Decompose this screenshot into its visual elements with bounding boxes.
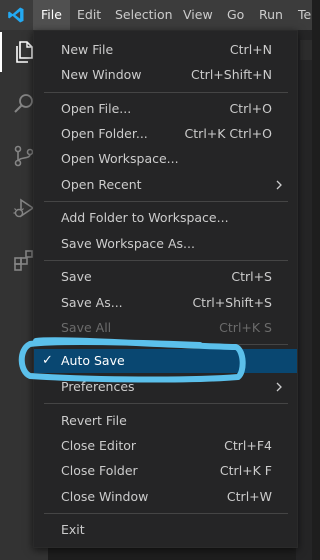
menu-selection[interactable]: Selection — [115, 0, 173, 30]
menu-file[interactable]: File — [33, 0, 70, 30]
menu-go[interactable]: Go — [227, 0, 244, 30]
menu-item-label: Save — [61, 269, 92, 284]
menu-item-save-all: Save All Ctrl+K S — [34, 316, 297, 340]
chevron-right-icon — [276, 382, 282, 392]
menu-item-label: New File — [61, 42, 114, 57]
editor-area — [296, 30, 312, 560]
menu-item-shortcut: Ctrl+K F — [219, 463, 272, 478]
menu-item-label: Open Folder... — [61, 126, 148, 141]
menu-item-close-folder[interactable]: Close Folder Ctrl+K F — [34, 459, 297, 483]
menu-separator — [44, 403, 288, 404]
menu-item-label: Close Window — [61, 489, 149, 504]
menu-item-shortcut: Ctrl+N — [229, 42, 272, 57]
menu-item-shortcut: Ctrl+K Ctrl+O — [184, 126, 272, 141]
menu-item-label: Exit — [61, 522, 85, 537]
menu-separator — [44, 92, 288, 93]
menu-item-shortcut: Ctrl+Shift+S — [192, 295, 272, 310]
menu-item-save-as[interactable]: Save As... Ctrl+Shift+S — [34, 291, 297, 315]
menu-item-label: Auto Save — [61, 353, 125, 368]
menu-bar: File Edit Selection View Go Run Te — [0, 0, 312, 30]
menu-item-label: Close Folder — [61, 463, 138, 478]
menu-item-preferences[interactable]: Preferences — [34, 375, 297, 399]
menu-item-auto-save[interactable]: ✓ Auto Save — [34, 349, 297, 373]
menu-item-label: Save All — [61, 320, 112, 335]
menu-edit[interactable]: Edit — [77, 0, 101, 30]
menu-item-exit[interactable]: Exit — [34, 518, 297, 542]
menu-item-label: Add Folder to Workspace... — [61, 210, 229, 225]
menu-item-label: New Window — [61, 67, 142, 82]
menu-item-new-file[interactable]: New File Ctrl+N — [34, 38, 297, 62]
menu-separator — [44, 513, 288, 514]
menu-item-label: Revert File — [61, 413, 127, 428]
menu-item-open-workspace[interactable]: Open Workspace... — [34, 147, 297, 171]
menu-item-revert-file[interactable]: Revert File — [34, 409, 297, 433]
chevron-right-icon — [276, 180, 282, 190]
menu-item-shortcut: Ctrl+W — [226, 489, 272, 504]
vscode-logo-icon[interactable] — [7, 6, 25, 24]
menu-item-add-folder-to-workspace[interactable]: Add Folder to Workspace... — [34, 206, 297, 230]
menu-item-open-recent[interactable]: Open Recent — [34, 173, 297, 197]
menu-item-shortcut: Ctrl+O — [229, 101, 272, 116]
menu-separator — [44, 344, 288, 345]
menu-separator — [44, 260, 288, 261]
menu-item-close-editor[interactable]: Close Editor Ctrl+F4 — [34, 434, 297, 458]
menu-item-new-window[interactable]: New Window Ctrl+Shift+N — [34, 63, 297, 87]
menu-item-open-folder[interactable]: Open Folder... Ctrl+K Ctrl+O — [34, 122, 297, 146]
menu-item-save[interactable]: Save Ctrl+S — [34, 265, 297, 289]
menu-item-label: Preferences — [61, 379, 135, 394]
menu-view[interactable]: View — [183, 0, 213, 30]
menu-run[interactable]: Run — [259, 0, 283, 30]
active-indicator — [0, 32, 2, 72]
menu-item-label: Close Editor — [61, 438, 137, 453]
menu-item-shortcut: Ctrl+F4 — [224, 438, 272, 453]
menu-item-shortcut: Ctrl+Shift+N — [191, 67, 272, 82]
menu-item-label: Save As... — [61, 295, 123, 310]
menu-separator — [44, 201, 288, 202]
menu-terminal[interactable]: Te — [298, 0, 311, 30]
editor-tab[interactable] — [300, 40, 312, 60]
checkmark-icon: ✓ — [42, 353, 53, 368]
menu-item-label: Save Workspace As... — [61, 236, 195, 251]
menu-item-label: Open Workspace... — [61, 151, 179, 166]
menu-item-label: Open File... — [61, 101, 132, 116]
menu-item-shortcut: Ctrl+S — [231, 269, 272, 284]
file-menu-dropdown: New File Ctrl+N New Window Ctrl+Shift+N … — [33, 30, 298, 548]
menu-item-save-workspace-as[interactable]: Save Workspace As... — [34, 232, 297, 256]
menu-item-close-window[interactable]: Close Window Ctrl+W — [34, 485, 297, 509]
menu-item-label: Open Recent — [61, 177, 142, 192]
menu-item-shortcut: Ctrl+K S — [219, 320, 272, 335]
menu-item-open-file[interactable]: Open File... Ctrl+O — [34, 97, 297, 121]
